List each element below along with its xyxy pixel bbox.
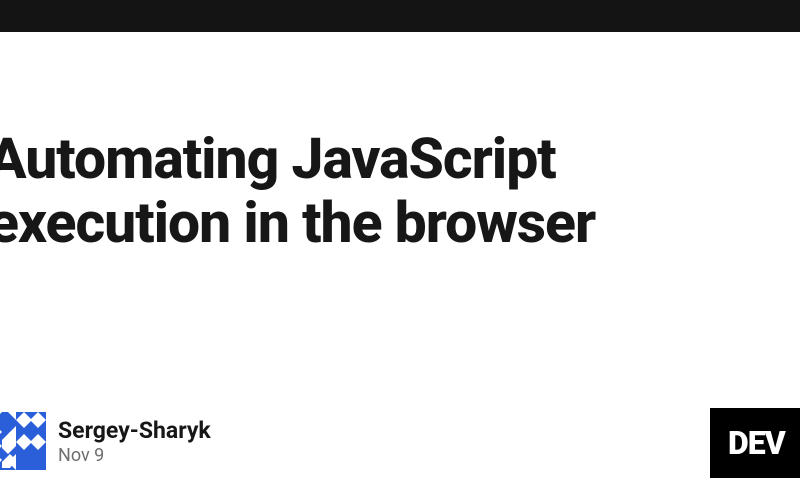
dev-badge-text: DEV bbox=[728, 424, 785, 462]
author-avatar bbox=[0, 412, 46, 470]
author-name: Sergey-Sharyk bbox=[58, 417, 211, 444]
post-date: Nov 9 bbox=[58, 445, 211, 466]
article-content: Automating JavaScript execution in the b… bbox=[0, 127, 800, 255]
dev-badge: DEV bbox=[710, 408, 800, 478]
author-info: Sergey-Sharyk Nov 9 bbox=[58, 417, 211, 466]
article-title: Automating JavaScript execution in the b… bbox=[0, 127, 800, 255]
author-section: Sergey-Sharyk Nov 9 bbox=[0, 412, 211, 470]
top-bar bbox=[0, 0, 800, 32]
avatar-pattern-icon bbox=[0, 412, 46, 470]
